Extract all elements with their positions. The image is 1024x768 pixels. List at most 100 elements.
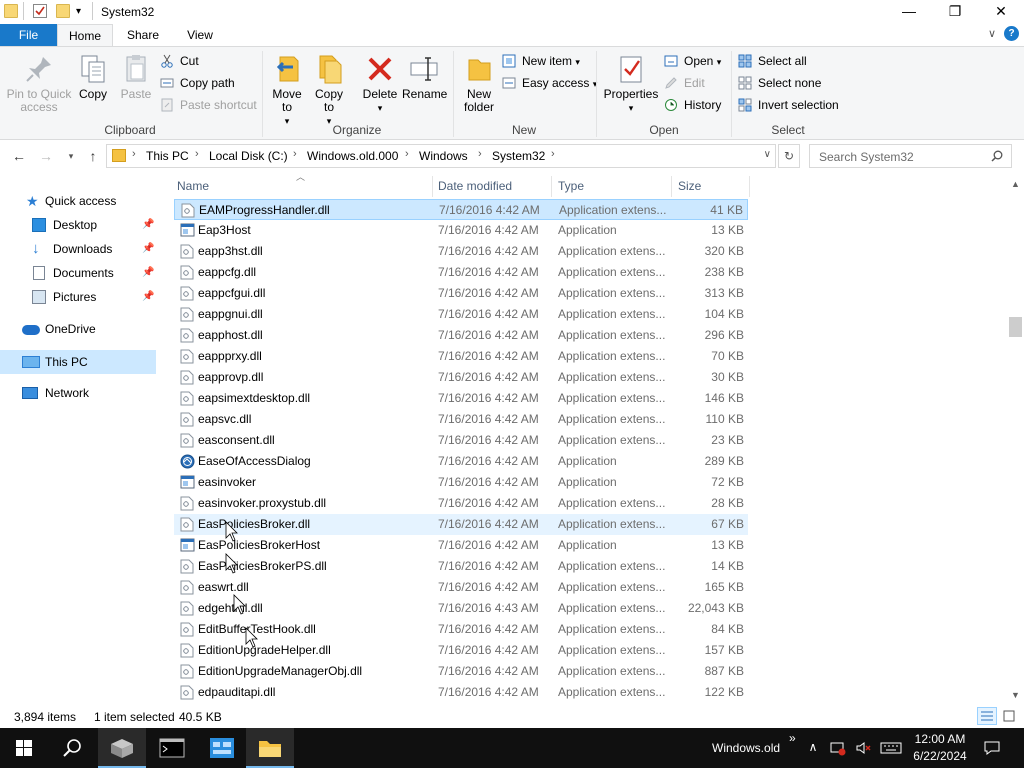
- nav-item-downloads[interactable]: ↓ Downloads 📌: [32, 238, 158, 260]
- nav-item-onedrive[interactable]: OneDrive: [22, 318, 96, 340]
- select-none-button[interactable]: Select none: [736, 73, 821, 93]
- file-row[interactable]: eappcfg.dll 7/16/2016 4:42 AM Application …: [174, 262, 748, 283]
- scrollbar-thumb[interactable]: [1009, 317, 1022, 337]
- recent-locations-icon[interactable]: ▾: [61, 146, 81, 166]
- scroll-up-arrow-icon[interactable]: ▲: [1007, 176, 1024, 193]
- pin-icon[interactable]: 📌: [142, 214, 154, 236]
- breadcrumb-windows[interactable]: Windows: [419, 149, 468, 163]
- maximize-button[interactable]: ❐: [932, 0, 978, 24]
- cut-button[interactable]: Cut: [158, 51, 199, 71]
- volume-muted-icon[interactable]: [855, 740, 871, 756]
- breadcrumb-this-pc[interactable]: This PC: [146, 149, 189, 163]
- properties-icon[interactable]: [33, 4, 47, 18]
- file-row[interactable]: Eap3Host 7/16/2016 4:42 AM Application 13 K…: [174, 220, 748, 241]
- properties-button[interactable]: Properties ▾: [602, 53, 660, 115]
- forward-arrow-icon[interactable]: →: [36, 146, 56, 166]
- file-row[interactable]: EAMProgressHandler.dll 7/16/2016 4:42 AM A…: [174, 199, 748, 220]
- pin-icon[interactable]: 📌: [142, 238, 154, 260]
- breadcrumb-chevron-icon[interactable]: ›: [132, 148, 136, 160]
- breadcrumb-system32[interactable]: System32: [492, 149, 545, 163]
- column-header-date[interactable]: Date modified: [438, 176, 552, 197]
- file-row[interactable]: easinvoker.proxystub.dll 7/16/2016 4:42 A…: [174, 493, 748, 514]
- file-row[interactable]: eapprovp.dll 7/16/2016 4:42 AM Application…: [174, 367, 748, 388]
- new-folder-button[interactable]: New folder: [460, 53, 498, 114]
- show-hidden-icons-chevron-icon[interactable]: ∧: [805, 740, 821, 756]
- delete-button[interactable]: Delete ▾: [360, 53, 400, 115]
- column-divider[interactable]: [551, 176, 552, 197]
- large-icons-view-icon[interactable]: [999, 707, 1019, 725]
- taskbar-toolbar-label[interactable]: Windows.old: [712, 741, 780, 755]
- taskbar-app-control-panel[interactable]: [198, 728, 246, 768]
- column-header-size[interactable]: Size: [678, 176, 748, 197]
- search-box[interactable]: Search System32: [809, 144, 1012, 168]
- breadcrumb-chevron-icon[interactable]: ›: [551, 148, 555, 160]
- nav-item-network[interactable]: Network: [22, 382, 89, 404]
- paste-shortcut-button[interactable]: Paste shortcut: [158, 95, 257, 115]
- copy-button[interactable]: Copy: [76, 53, 110, 101]
- keyboard-icon[interactable]: [880, 740, 902, 756]
- start-button[interactable]: [0, 728, 48, 768]
- breadcrumb-chevron-icon[interactable]: ›: [478, 148, 482, 160]
- copy-path-button[interactable]: Copy path: [158, 73, 235, 93]
- pin-icon[interactable]: 📌: [142, 262, 154, 284]
- clock-time[interactable]: 12:00 AM: [912, 732, 968, 746]
- breadcrumb-windows-old[interactable]: Windows.old.000: [307, 149, 398, 163]
- taskbar-app-powershell[interactable]: [148, 728, 196, 768]
- network-status-icon[interactable]: [830, 740, 846, 756]
- help-icon[interactable]: ?: [1004, 26, 1019, 41]
- breadcrumb-chevron-icon[interactable]: ›: [293, 148, 297, 160]
- file-row[interactable]: eappprxy.dll 7/16/2016 4:42 AM Application…: [174, 346, 748, 367]
- pin-to-quick-access-button[interactable]: Pin to Quick access: [4, 53, 74, 114]
- pin-icon[interactable]: 📌: [142, 286, 154, 308]
- breadcrumb-chevron-icon[interactable]: ›: [405, 148, 409, 160]
- address-dropdown-icon[interactable]: ∨: [764, 149, 771, 160]
- breadcrumb-chevron-icon[interactable]: ›: [195, 148, 199, 160]
- invert-selection-button[interactable]: Invert selection: [736, 95, 839, 115]
- collapse-ribbon-icon[interactable]: ∨: [988, 27, 996, 40]
- file-row[interactable]: eappgnui.dll 7/16/2016 4:42 AM Application…: [174, 304, 748, 325]
- nav-item-pictures[interactable]: Pictures 📌: [32, 286, 158, 308]
- history-button[interactable]: History: [662, 95, 721, 115]
- scroll-down-arrow-icon[interactable]: ▼: [1007, 687, 1024, 704]
- taskbar-app-server-manager[interactable]: [98, 728, 146, 768]
- file-row[interactable]: edpauditapi.dll 7/16/2016 4:42 AM Applicat…: [174, 682, 748, 703]
- file-row[interactable]: eapsimextdesktop.dll 7/16/2016 4:42 AM App…: [174, 388, 748, 409]
- nav-item-quick-access[interactable]: ★ Quick access: [26, 190, 116, 212]
- clock-date[interactable]: 6/22/2024: [912, 749, 968, 763]
- file-row[interactable]: easconsent.dll 7/16/2016 4:42 AM Applicati…: [174, 430, 748, 451]
- action-center-icon[interactable]: [984, 740, 1000, 756]
- tab-share[interactable]: Share: [113, 24, 173, 46]
- customize-quick-access-icon[interactable]: ▾: [76, 6, 81, 17]
- search-button[interactable]: [48, 728, 96, 768]
- file-row[interactable]: EaseOfAccessDialog 7/16/2016 4:42 AM Appli…: [174, 451, 748, 472]
- tab-file[interactable]: File: [0, 24, 57, 46]
- easy-access-button[interactable]: Easy access ▾: [500, 73, 597, 93]
- breadcrumb-local-disk[interactable]: Local Disk (C:): [209, 149, 288, 163]
- column-divider[interactable]: [432, 176, 433, 197]
- edit-button[interactable]: Edit: [662, 73, 705, 93]
- open-button[interactable]: Open ▾: [662, 51, 721, 71]
- select-all-button[interactable]: Select all: [736, 51, 807, 71]
- minimize-button[interactable]: —: [886, 0, 932, 24]
- nav-item-this-pc[interactable]: This PC: [22, 351, 88, 373]
- close-button[interactable]: ✕: [978, 0, 1024, 24]
- file-row[interactable]: eapp3hst.dll 7/16/2016 4:42 AM Application…: [174, 241, 748, 262]
- up-arrow-icon[interactable]: ↑: [83, 146, 103, 166]
- column-header-name[interactable]: Name: [177, 176, 432, 197]
- refresh-icon[interactable]: ↻: [778, 144, 800, 168]
- new-item-button[interactable]: New item ▾: [500, 51, 580, 71]
- search-input[interactable]: Search System32: [819, 150, 914, 164]
- file-row[interactable]: eapphost.dll 7/16/2016 4:42 AM Application…: [174, 325, 748, 346]
- copy-to-button[interactable]: Copy to ▾: [310, 53, 348, 128]
- details-view-icon[interactable]: [977, 707, 997, 725]
- address-bar[interactable]: › This PC › Local Disk (C:) › Windows.ol…: [106, 144, 776, 168]
- taskbar-app-file-explorer[interactable]: [246, 728, 294, 768]
- toolbar-chevron-icon[interactable]: »: [789, 731, 796, 745]
- tab-view[interactable]: View: [173, 24, 227, 46]
- rename-button[interactable]: Rename: [402, 53, 447, 101]
- tab-home[interactable]: Home: [57, 24, 113, 46]
- file-row[interactable]: eapsvc.dll 7/16/2016 4:42 AM Application e…: [174, 409, 748, 430]
- nav-item-documents[interactable]: Documents 📌: [32, 262, 158, 284]
- file-row[interactable]: EditionUpgradeManagerObj.dll 7/16/2016 4:…: [174, 661, 748, 682]
- file-row[interactable]: eappcfgui.dll 7/16/2016 4:42 AM Applicatio…: [174, 283, 748, 304]
